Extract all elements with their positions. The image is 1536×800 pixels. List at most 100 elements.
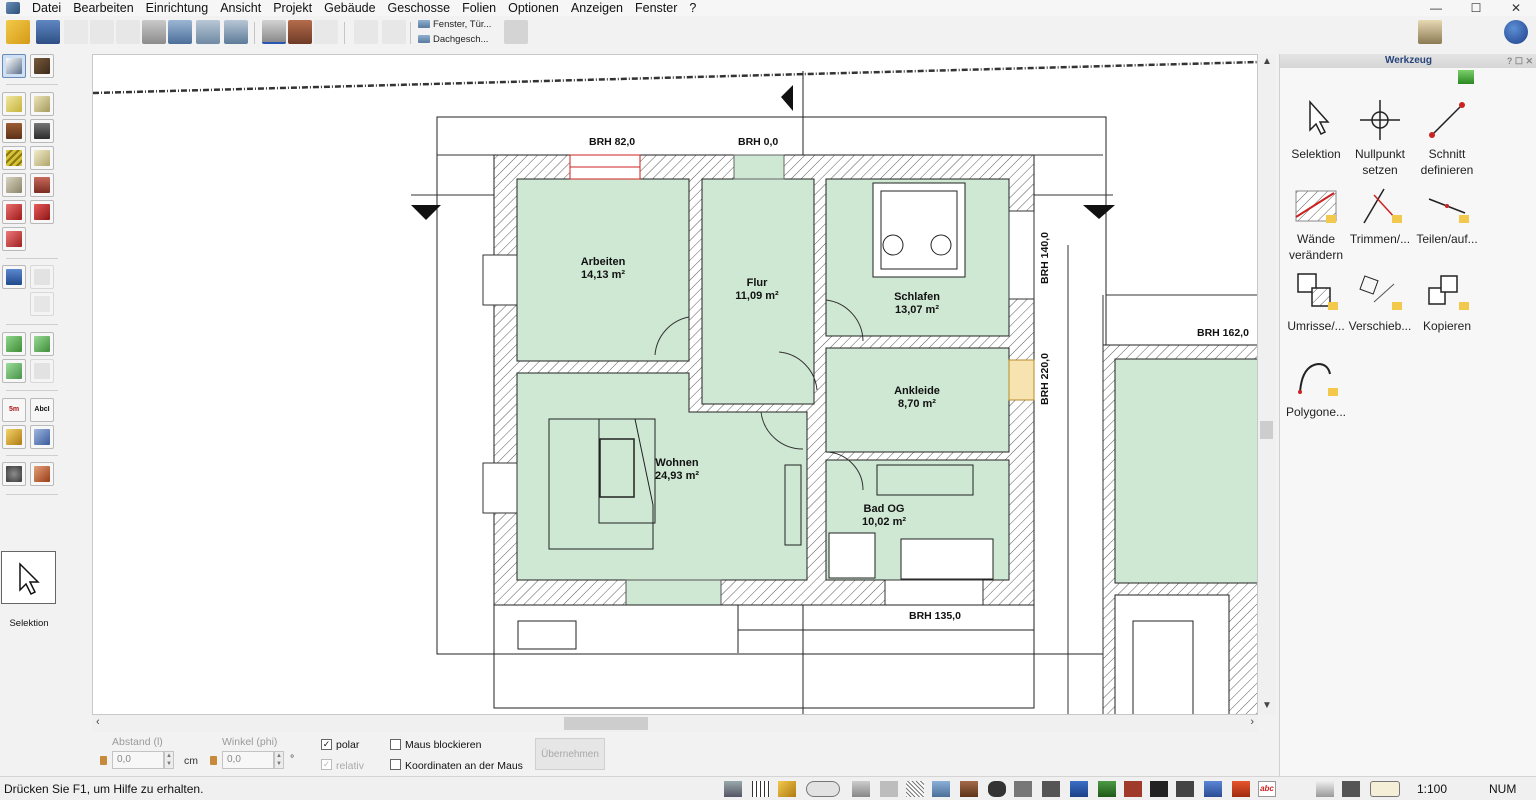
cut-icon[interactable] (64, 20, 88, 44)
terrain-area-icon[interactable] (2, 359, 26, 383)
north-arrow-icon[interactable] (1316, 781, 1334, 797)
chair-icon[interactable] (1070, 781, 1088, 797)
active-tool-preview[interactable] (1, 551, 56, 604)
roof-window-icon[interactable] (2, 227, 26, 251)
window-status-icon[interactable] (932, 781, 950, 797)
slab-tool-icon[interactable] (30, 92, 54, 116)
bush-icon[interactable] (1176, 781, 1194, 797)
menu-folien[interactable]: Folien (456, 0, 502, 16)
stairs-tool-icon[interactable] (2, 146, 26, 170)
text-status-icon[interactable]: abc (1258, 781, 1276, 797)
wall-tool-icon[interactable] (2, 92, 26, 116)
furniture-tool-icon[interactable] (2, 265, 26, 289)
view-2d-icon[interactable] (262, 20, 286, 44)
view-3d-house-icon[interactable] (288, 20, 312, 44)
apply-button[interactable]: Übernehmen (535, 738, 605, 770)
floor-dropdown[interactable]: Dachgesch... (418, 34, 488, 45)
scroll-left-icon[interactable]: ‹ (96, 716, 100, 728)
text-tool-icon[interactable]: AbcI (30, 398, 54, 422)
drawing-canvas[interactable]: BRH 82,0 BRH 0,0 BRH 140,0 BRH 220,0 BRH… (92, 54, 1258, 715)
measure-icon[interactable] (354, 20, 378, 44)
tool-selektion[interactable]: Selektion (1280, 94, 1352, 162)
select-arrow-icon[interactable] (2, 54, 26, 78)
distance-spinner[interactable]: ▲ ▼ (164, 751, 174, 769)
terrain-tool-icon[interactable] (2, 332, 26, 356)
menu-help[interactable]: ? (683, 0, 702, 16)
tool-umrisse[interactable]: Umrisse/... (1280, 266, 1352, 334)
door-status-icon[interactable] (960, 781, 978, 797)
duct-tool-icon[interactable] (30, 462, 54, 486)
distance-input[interactable]: 0,0 (112, 751, 164, 769)
tool-panel-controls[interactable]: ? ☐ ✕ (1507, 54, 1533, 68)
horizontal-scrollbar[interactable]: ‹ › (92, 715, 1258, 732)
snap-mode-icon[interactable] (806, 781, 840, 797)
window-tool-icon[interactable] (30, 119, 54, 143)
zoom-extents-icon[interactable] (224, 20, 248, 44)
area-icon[interactable] (880, 781, 898, 797)
plant-icon[interactable] (1150, 781, 1168, 797)
horizontal-scroll-thumb[interactable] (564, 717, 648, 730)
view-page-icon[interactable] (314, 20, 338, 44)
floor-plan-drawing[interactable] (93, 55, 1258, 715)
app-icon[interactable] (6, 2, 20, 14)
save-icon[interactable] (36, 20, 60, 44)
menu-anzeigen[interactable]: Anzeigen (565, 0, 629, 16)
undo-icon[interactable] (90, 20, 114, 44)
menu-gebaeude[interactable]: Gebäude (318, 0, 381, 16)
scroll-right-icon[interactable]: › (1250, 716, 1254, 728)
roof-status-icon[interactable] (1124, 781, 1142, 797)
pencil-tool-icon[interactable] (2, 425, 26, 449)
ceiling-tool-icon[interactable] (30, 146, 54, 170)
zoom-window-icon[interactable] (196, 20, 220, 44)
column-tool-icon[interactable] (30, 173, 54, 197)
tool-filter-icon[interactable] (1458, 70, 1474, 84)
angle-input[interactable]: 0,0 (222, 751, 274, 769)
tripod-icon[interactable] (1342, 781, 1360, 797)
close-button[interactable]: ✕ (1496, 0, 1536, 16)
relative-checkbox[interactable]: ✓ (321, 759, 332, 770)
pencil-status-icon[interactable] (778, 781, 796, 797)
tool-trimmen[interactable]: Trimmen/... (1344, 179, 1416, 247)
tool-schnitt[interactable]: Schnitt definieren (1411, 94, 1483, 178)
tool-verschieben[interactable]: Verschieb... (1344, 266, 1416, 334)
select-special-icon[interactable] (30, 54, 54, 78)
tool-kopieren[interactable]: Kopieren (1411, 266, 1483, 334)
object-type-dropdown[interactable]: Fenster, Tür... (418, 19, 491, 30)
maximize-button[interactable]: ☐ (1456, 0, 1496, 16)
dormer-tool-icon[interactable] (30, 200, 54, 224)
lock-mouse-checkbox[interactable] (390, 739, 401, 750)
angle-lock-icon[interactable] (210, 756, 217, 765)
menu-projekt[interactable]: Projekt (267, 0, 318, 16)
roof-tool-icon[interactable] (2, 200, 26, 224)
print-preview-icon[interactable] (168, 20, 192, 44)
dimension-tool-icon[interactable]: 5m (2, 398, 26, 422)
3d-icon[interactable] (1232, 781, 1250, 797)
vertical-scroll-thumb[interactable] (1260, 421, 1273, 439)
menu-einrichtung[interactable]: Einrichtung (140, 0, 215, 16)
minimize-button[interactable]: — (1416, 0, 1456, 16)
tool-polygone[interactable]: Polygone... (1280, 352, 1352, 420)
menu-optionen[interactable]: Optionen (502, 0, 565, 16)
tool-teilen[interactable]: Teilen/auf... (1411, 179, 1483, 247)
distance-lock-icon[interactable] (100, 756, 107, 765)
scale-ruler-icon[interactable] (1370, 781, 1400, 797)
beam-tool-icon[interactable] (2, 173, 26, 197)
footprint-icon[interactable] (988, 781, 1006, 797)
tree-icon[interactable] (1098, 781, 1116, 797)
hatch-icon[interactable] (906, 781, 924, 797)
menu-ansicht[interactable]: Ansicht (214, 0, 267, 16)
help-icon[interactable] (1504, 20, 1528, 44)
coords-mouse-checkbox[interactable] (390, 759, 401, 770)
tool-status-icon[interactable] (1042, 781, 1060, 797)
vertical-scrollbar[interactable]: ▲ ▼ (1258, 54, 1276, 715)
scroll-up-icon[interactable]: ▲ (1262, 56, 1272, 67)
terrain-point-icon[interactable] (30, 332, 54, 356)
person-icon[interactable] (1204, 781, 1222, 797)
object-disabled-2-icon[interactable] (30, 292, 54, 316)
tool-nullpunkt[interactable]: Nullpunkt setzen (1344, 94, 1416, 178)
object-disabled-icon[interactable] (30, 265, 54, 289)
catalog-icon[interactable] (1418, 20, 1442, 44)
menu-bearbeiten[interactable]: Bearbeiten (67, 0, 139, 16)
print-icon[interactable] (142, 20, 166, 44)
menu-datei[interactable]: Datei (26, 0, 67, 16)
